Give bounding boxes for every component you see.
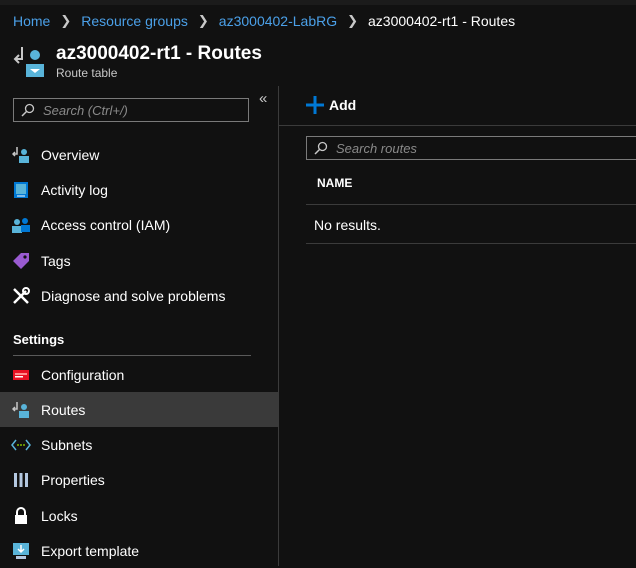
breadcrumb: Home ❯ Resource groups ❯ az3000402-LabRG… — [13, 12, 515, 30]
divider — [306, 243, 636, 244]
sidebar-item-label: Activity log — [41, 181, 108, 198]
routes-search[interactable] — [306, 136, 636, 160]
sidebar-item-diagnose[interactable]: Diagnose and solve problems — [0, 278, 278, 313]
sidebar: « Overview Activity log — [0, 86, 279, 566]
main-panel: Add NAME No results. — [279, 86, 636, 566]
empty-results-message: No results. — [314, 217, 381, 233]
toolbar: Add — [279, 86, 636, 126]
page-title: az3000402-rt1 - Routes — [56, 43, 262, 64]
sidebar-item-tags[interactable]: Tags — [0, 243, 278, 278]
sidebar-item-overview[interactable]: Overview — [0, 137, 278, 172]
sidebar-item-locks[interactable]: Locks — [0, 498, 278, 533]
sidebar-item-properties[interactable]: Properties — [0, 462, 278, 497]
iam-icon — [11, 215, 31, 235]
tag-icon — [11, 251, 31, 271]
sidebar-search-input[interactable] — [43, 102, 243, 118]
sidebar-item-label: Properties — [41, 471, 105, 488]
wrench-icon — [11, 286, 31, 306]
sidebar-search[interactable] — [13, 98, 249, 122]
sidebar-item-activity-log[interactable]: Activity log — [0, 172, 278, 207]
configuration-icon — [11, 365, 31, 385]
column-header-name[interactable]: NAME — [317, 176, 352, 190]
sidebar-item-export-template[interactable]: Export template — [0, 533, 278, 568]
route-table-icon — [13, 44, 47, 78]
lock-icon — [11, 506, 31, 526]
sidebar-item-label: Subnets — [41, 436, 93, 453]
sidebar-item-label: Locks — [41, 507, 78, 524]
sidebar-item-label: Export template — [41, 542, 140, 559]
breadcrumb-resource-groups[interactable]: Resource groups — [81, 13, 188, 29]
page-subtitle: Route table — [56, 66, 118, 80]
route-table-icon — [11, 145, 31, 165]
sidebar-item-label: Access control (IAM) — [41, 216, 171, 233]
chevron-right-icon: ❯ — [347, 13, 359, 28]
subnet-icon — [11, 435, 31, 455]
divider — [306, 204, 636, 205]
properties-icon — [11, 470, 31, 490]
route-table-icon — [11, 400, 31, 420]
sidebar-item-label: Routes — [41, 401, 86, 418]
chevron-right-icon: ❯ — [197, 13, 209, 28]
divider — [13, 355, 251, 356]
sidebar-item-label: Configuration — [41, 366, 125, 383]
breadcrumb-resource-group[interactable]: az3000402-LabRG — [219, 13, 337, 29]
search-icon — [21, 103, 35, 117]
search-icon — [314, 141, 328, 155]
plus-icon — [306, 96, 324, 114]
activity-log-icon — [11, 180, 31, 200]
sidebar-item-iam[interactable]: Access control (IAM) — [0, 207, 278, 242]
breadcrumb-home[interactable]: Home — [13, 13, 50, 29]
breadcrumb-current: az3000402-rt1 - Routes — [368, 13, 516, 29]
settings-section-heading: Settings — [13, 332, 65, 347]
routes-search-input[interactable] — [336, 140, 536, 156]
add-button[interactable]: Add — [306, 96, 356, 114]
sidebar-item-routes[interactable]: Routes — [0, 392, 278, 427]
sidebar-item-configuration[interactable]: Configuration — [0, 357, 278, 392]
sidebar-item-label: Diagnose and solve problems — [41, 287, 226, 304]
collapse-sidebar-icon[interactable]: « — [259, 90, 267, 107]
sidebar-item-subnets[interactable]: Subnets — [0, 427, 278, 462]
sidebar-item-label: Overview — [41, 146, 100, 163]
page-header: az3000402-rt1 - Routes Route table — [13, 44, 262, 80]
add-button-label: Add — [329, 97, 357, 113]
export-template-icon — [11, 541, 31, 561]
top-bar — [0, 0, 636, 5]
chevron-right-icon: ❯ — [60, 13, 72, 28]
sidebar-item-label: Tags — [41, 252, 71, 269]
